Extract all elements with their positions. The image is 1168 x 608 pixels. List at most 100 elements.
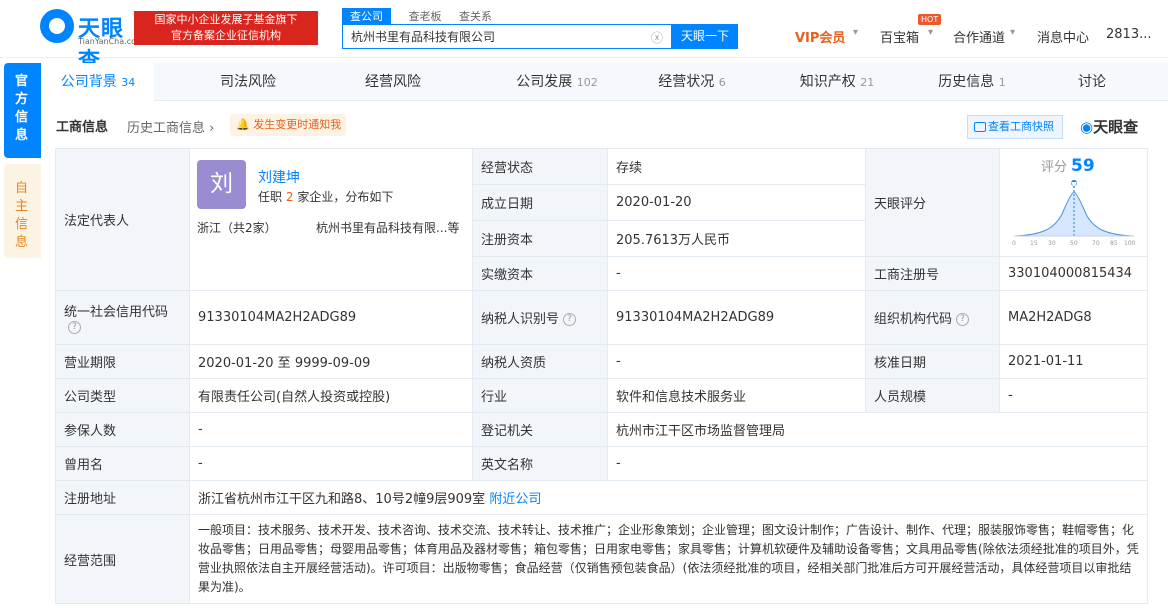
score-tick: 70 bbox=[1092, 240, 1100, 247]
legal-rep-province: 浙江（共2家） bbox=[197, 221, 277, 235]
tab-label: 历史信息 bbox=[938, 74, 995, 90]
insured-label: 参保人数 bbox=[55, 412, 190, 447]
clear-icon[interactable]: ⓧ bbox=[651, 29, 663, 46]
score-tick: 0 bbox=[1012, 240, 1016, 247]
english-label: 英文名称 bbox=[472, 446, 608, 481]
legal-rep-label: 法定代表人 bbox=[55, 148, 190, 291]
reg-capital-value: 205.7613万人民币 bbox=[607, 220, 866, 257]
search-tab-company[interactable]: 查公司 bbox=[342, 8, 391, 24]
authority-label: 登记机关 bbox=[472, 412, 608, 447]
tab-development[interactable]: 公司发展 102 bbox=[482, 63, 632, 101]
tab-label: 经营风险 bbox=[365, 74, 421, 90]
approve-value: 2021-01-11 bbox=[999, 344, 1148, 379]
former-label: 曾用名 bbox=[55, 446, 190, 481]
score-tick: 30 bbox=[1048, 240, 1056, 247]
term-label: 营业期限 bbox=[55, 344, 190, 379]
user-menu[interactable]: 2813... bbox=[1106, 27, 1151, 42]
tab-count: 21 bbox=[860, 76, 875, 89]
chevron-down-icon: ▾ bbox=[1010, 27, 1016, 38]
type-label: 公司类型 bbox=[55, 378, 190, 413]
tab-count: 6 bbox=[718, 76, 726, 89]
bell-icon: 🔔 bbox=[236, 118, 250, 131]
history-link-label: 历史工商信息 bbox=[127, 121, 206, 136]
history-link[interactable]: 历史工商信息 › bbox=[127, 117, 214, 136]
status-label: 经营状态 bbox=[472, 148, 608, 185]
score-distribution-chart: 0 15 30 50 70 85 100 bbox=[1012, 180, 1136, 247]
english-value: - bbox=[607, 446, 1148, 481]
scope-value: 一般项目：技术服务、技术开发、技术咨询、技术交流、技术转让、技术推广；企业形象策… bbox=[189, 514, 1148, 604]
industry-label: 行业 bbox=[472, 378, 608, 413]
vip-link[interactable]: VIP会员 bbox=[795, 27, 845, 46]
tab-history[interactable]: 历史信息 1 bbox=[912, 63, 1032, 101]
tab-judicial[interactable]: 司法风险 bbox=[192, 63, 304, 101]
tab-label: 讨论 bbox=[1078, 74, 1106, 90]
summary-prefix: 任职 bbox=[258, 190, 283, 204]
summary-suffix: 家企业，分布如下 bbox=[297, 190, 394, 204]
eye-logo-icon bbox=[40, 9, 74, 43]
search-button[interactable]: 天眼一下 bbox=[672, 24, 738, 49]
side-tab-self[interactable]: 自主信息 bbox=[4, 164, 41, 258]
gov-badge[interactable]: 国家中小企业发展子基金旗下 官方备案企业征信机构 bbox=[134, 11, 318, 45]
score-label: 天眼评分 bbox=[865, 148, 1000, 257]
score-tick: 100 bbox=[1124, 240, 1136, 247]
credit-code-label: 统一社会信用代码? bbox=[55, 290, 190, 345]
paid-capital-label: 实缴资本 bbox=[472, 256, 608, 291]
main-tabs: 公司背景 34 司法风险 经营风险 公司发展 102 经营状况 6 知识产权 2… bbox=[42, 63, 1168, 101]
legal-rep-name[interactable]: 刘建坤 bbox=[258, 167, 300, 187]
paid-capital-value: - bbox=[607, 256, 866, 291]
tab-label: 经营状况 bbox=[658, 74, 715, 90]
help-icon[interactable]: ? bbox=[68, 320, 81, 334]
tab-ip[interactable]: 知识产权 21 bbox=[767, 63, 907, 101]
tab-background[interactable]: 公司背景 34 bbox=[42, 63, 154, 101]
business-info-table: 法定代表人 经营状态 存续 天眼评分 成立日期 2020-01-20 注册资本 … bbox=[55, 148, 1148, 604]
gov-badge-line1: 国家中小企业发展子基金旗下 bbox=[154, 13, 298, 26]
help-icon[interactable]: ? bbox=[956, 313, 970, 326]
tab-count: 34 bbox=[121, 76, 136, 89]
score-title: 评分 bbox=[1041, 160, 1068, 175]
credit-code-value: 91330104MA2H2ADG89 bbox=[189, 290, 473, 345]
help-icon[interactable]: ? bbox=[563, 313, 577, 326]
score-tick: 15 bbox=[1030, 240, 1038, 247]
authority-value: 杭州市江干区市场监督管理局 bbox=[607, 412, 1148, 447]
chevron-down-icon: ▾ bbox=[853, 27, 859, 38]
tab-operation[interactable]: 经营状况 6 bbox=[632, 63, 752, 101]
status-value: 存续 bbox=[607, 148, 866, 185]
search-type-tabs: 查公司 查老板 查关系 bbox=[342, 8, 506, 24]
staff-label: 人员规模 bbox=[865, 378, 1000, 413]
nearby-companies-link[interactable]: 附近公司 bbox=[489, 492, 541, 507]
hot-badge: HOT bbox=[918, 14, 942, 25]
tab-label: 司法风险 bbox=[220, 74, 276, 90]
taxpayer-qual-label: 纳税人资质 bbox=[472, 344, 608, 379]
tab-risk[interactable]: 经营风险 bbox=[337, 63, 449, 101]
side-tabs: 官方信息 自主信息 bbox=[4, 63, 41, 258]
view-snapshot-button[interactable]: 查看工商快照 bbox=[967, 115, 1063, 139]
section-title: 工商信息 bbox=[56, 120, 109, 135]
avatar[interactable]: 刘 bbox=[197, 160, 246, 209]
tab-count: 1 bbox=[998, 76, 1006, 89]
side-tab-official[interactable]: 官方信息 bbox=[4, 63, 41, 158]
industry-value: 软件和信息技术服务业 bbox=[607, 378, 866, 413]
legal-rep-companies[interactable]: 杭州书里有品科技有限...等 bbox=[316, 219, 468, 236]
top-header: 天眼查 TianYanCha.com 国家中小企业发展子基金旗下 官方备案企业征… bbox=[0, 0, 1168, 74]
cooperation-link[interactable]: 合作通道 bbox=[953, 27, 1005, 46]
org-code-label-text: 组织机构代码 bbox=[874, 312, 953, 327]
brand-name: 天眼查 bbox=[1093, 118, 1139, 136]
search-tab-relation[interactable]: 查关系 bbox=[459, 8, 492, 24]
tab-discussion[interactable]: 讨论 bbox=[1052, 63, 1132, 101]
staff-value: - bbox=[999, 378, 1148, 413]
search-tab-boss[interactable]: 查老板 bbox=[409, 8, 442, 24]
tab-label: 公司背景 bbox=[60, 74, 117, 90]
scope-label: 经营范围 bbox=[55, 514, 190, 604]
tab-count: 102 bbox=[576, 76, 598, 89]
notify-change-label: 发生变更时通知我 bbox=[253, 118, 342, 131]
score-pin-icon bbox=[1070, 180, 1077, 188]
reg-no-value: 330104000815434 bbox=[999, 256, 1148, 291]
taxpayer-id-label-text: 纳税人识别号 bbox=[481, 312, 560, 327]
chevron-down-icon: ▾ bbox=[928, 27, 934, 38]
notify-change-button[interactable]: 🔔 发生变更时通知我 bbox=[230, 114, 346, 136]
site-logo[interactable]: 天眼查 TianYanCha.com bbox=[40, 9, 144, 74]
gov-badge-line2: 官方备案企业征信机构 bbox=[171, 29, 281, 42]
message-center-link[interactable]: 消息中心 bbox=[1037, 27, 1089, 46]
search-input[interactable] bbox=[343, 25, 643, 48]
toolbox-link[interactable]: 百宝箱 bbox=[880, 27, 919, 46]
